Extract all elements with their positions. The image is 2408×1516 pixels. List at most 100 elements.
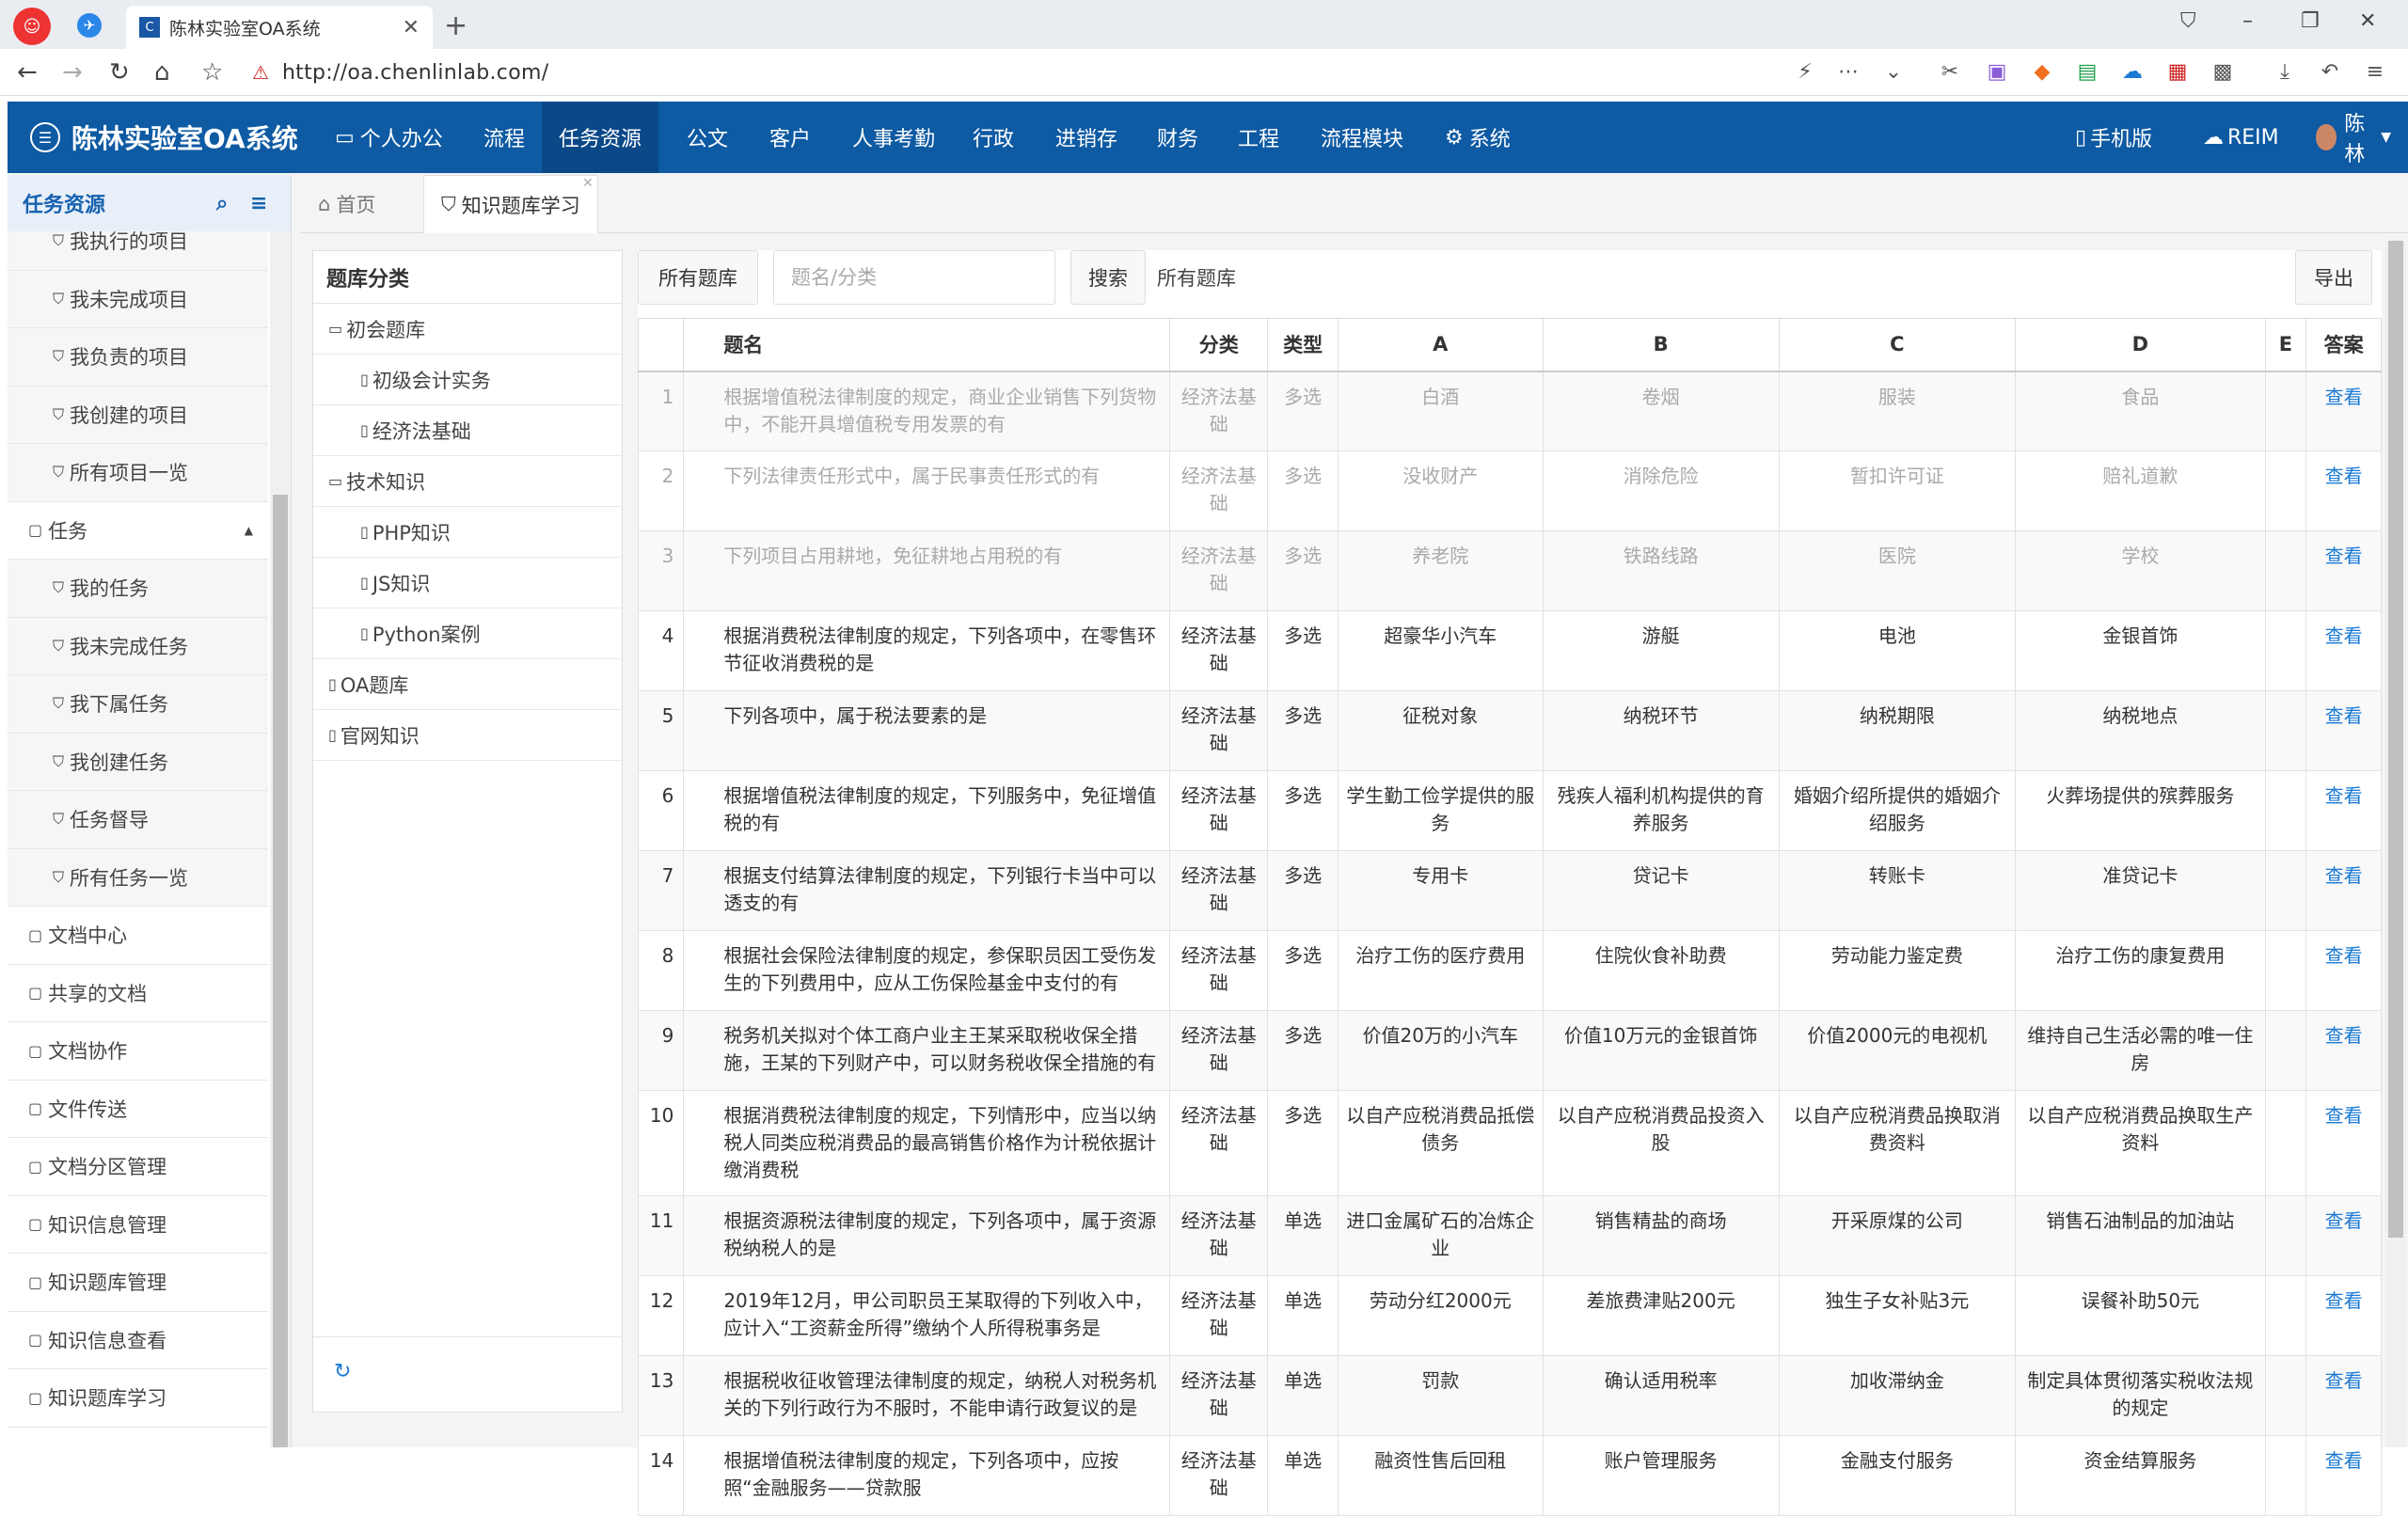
nav-system[interactable]: ⚙ 系统 (1428, 102, 1528, 173)
view-answer-link[interactable]: 查看 (2305, 690, 2382, 771)
export-button[interactable]: 导出 (2295, 250, 2372, 305)
window-close-icon[interactable]: ✕ (2359, 9, 2376, 33)
header-c[interactable]: C (1778, 318, 2017, 372)
header-a[interactable]: A (1338, 318, 1544, 372)
sidebar-item[interactable]: ▢ 任务 ▲ (8, 502, 268, 560)
sidebar-scrollbar[interactable] (270, 231, 291, 1447)
tab-close-icon[interactable]: ✕ (582, 176, 594, 191)
header-title[interactable]: 题名 (683, 318, 1171, 372)
game-icon[interactable]: ◆ (2030, 60, 2054, 85)
nav-inventory[interactable]: 进销存 (1038, 102, 1134, 173)
header-num[interactable] (637, 318, 685, 372)
extension-icon[interactable]: ✈ (77, 13, 102, 38)
nav-process[interactable]: 流程 (467, 102, 542, 173)
tree-node[interactable]: ▯ 初级会计实务 (313, 355, 622, 405)
table-row[interactable]: 14 根据增值税法律制度的规定，下列各项中，应按照“金融服务——贷款服 经济法基础单… (637, 1435, 2382, 1516)
home-icon[interactable]: ⌂ (154, 58, 170, 87)
nav-mobile[interactable]: ▯ 手机版 (2058, 102, 2169, 173)
sidebar-item[interactable]: ⛉ 我创建的项目 (8, 386, 268, 444)
undo-icon[interactable]: ↶ (2318, 60, 2342, 85)
lightning-icon[interactable]: ⚡ (1793, 60, 1817, 85)
header-category[interactable]: 分类 (1169, 318, 1269, 372)
translate-icon[interactable]: ▣ (1985, 60, 2009, 85)
nav-admin[interactable]: 行政 (956, 102, 1031, 173)
url-field[interactable]: ⚠ http://oa.chenlinlab.com/ (252, 55, 1917, 89)
sidebar-item[interactable]: ▢ 知识信息查看 (8, 1312, 268, 1369)
tree-node[interactable]: ▯ PHP知识 (313, 507, 622, 558)
minimize-icon[interactable]: – (2242, 9, 2253, 33)
restore-icon[interactable]: ❐ (2301, 9, 2320, 33)
sidebar-item[interactable]: ⛉ 我未完成项目 (8, 270, 268, 328)
browser-tab[interactable]: C 陈林实验室OA系统 ✕ (126, 6, 433, 49)
reader-icon[interactable]: ▤ (2075, 60, 2099, 85)
view-answer-link[interactable]: 查看 (2305, 450, 2382, 531)
table-row[interactable]: 9 税务机关拟对个体工商户业主王某采取税收保全措施，王某的下列财产中，可以财务税收… (637, 1010, 2382, 1091)
table-row[interactable]: 12 2019年12月，甲公司职员王某取得的下列收入中，应计入“工资薪金所得”缴纳… (637, 1275, 2382, 1356)
sidebar-item[interactable]: ▢ 共享的文档 (8, 965, 268, 1022)
table-row[interactable]: 6 根据增值税法律制度的规定，下列服务中，免征增值税的有 经济法基础 多选 学生勤工俭学… (637, 770, 2382, 851)
sidebar-item[interactable]: ▢ 知识题库管理 (8, 1254, 268, 1312)
header-type[interactable]: 类型 (1267, 318, 1339, 372)
view-answer-link[interactable]: 查看 (2305, 1090, 2382, 1196)
sidebar-item[interactable]: ⛉ 所有项目一览 (8, 444, 268, 502)
tree-node[interactable]: ▯ JS知识 (313, 558, 622, 608)
sidebar-item[interactable]: ▢ 文档协作 (8, 1022, 268, 1081)
table-row[interactable]: 3 下列项目占用耕地，免征耕地占用税的有 经济法基础 多选 养老院 铁路线路 医院 学校 查看 (637, 530, 2382, 611)
nav-hr-attendance[interactable]: 人事考勤 (835, 102, 952, 173)
sidebar-item[interactable]: ⛉ 我下属任务 (8, 675, 268, 734)
table-row[interactable]: 13 根据税收征收管理法律制度的规定，纳税人对税务机关的下列行政行为不服时，不能申… (637, 1355, 2382, 1436)
search-icon[interactable]: ⌕ (216, 192, 228, 215)
tree-node[interactable]: ▭ 初会题库 (313, 304, 622, 355)
sidebar-item[interactable]: ⛉ 我创建任务 (8, 733, 268, 791)
sidebar-item[interactable]: ▢ 文档中心 (8, 907, 268, 965)
nav-engineering[interactable]: 工程 (1221, 102, 1296, 173)
new-tab-icon[interactable]: + (444, 9, 467, 42)
sidebar-item[interactable]: ⛉ 我未完成任务 (8, 617, 268, 675)
view-answer-link[interactable]: 查看 (2305, 770, 2382, 851)
view-answer-link[interactable]: 查看 (2305, 1010, 2382, 1091)
sidebar-item[interactable]: ▢ 知识信息管理 (8, 1196, 268, 1254)
table-row[interactable]: 8 根据社会保险法律制度的规定，参保职员因工受伤发生的下列费用中，应从工伤保险基金… (637, 930, 2382, 1011)
collection-icon[interactable]: ⛉ (2180, 9, 2196, 33)
view-answer-link[interactable]: 查看 (2305, 1435, 2382, 1516)
table-row[interactable]: 10 根据消费税法律制度的规定，下列情形中，应当以纳税人同类应税消费品的最高销售价… (637, 1090, 2382, 1196)
tab-knowledge-study[interactable]: ⛉ 知识题库学习 ✕ (423, 175, 598, 233)
nav-finance[interactable]: 财务 (1140, 102, 1215, 173)
tree-node[interactable]: ▯ 官网知识 (313, 710, 622, 761)
profile-avatar-icon[interactable]: ☺ (13, 8, 51, 45)
table-row[interactable]: 7 根据支付结算法律制度的规定，下列银行卡当中可以透支的有 经济法基础 多选 专用卡 贷记… (637, 850, 2382, 931)
search-input[interactable] (773, 250, 1055, 305)
back-icon[interactable]: ← (17, 58, 38, 87)
sidebar-item[interactable]: ▢ 文档分区管理 (8, 1138, 268, 1196)
bookmark-star-icon[interactable]: ☆ (201, 58, 223, 87)
main-scroll-thumb[interactable] (2388, 241, 2403, 1238)
view-answer-link[interactable]: 查看 (2305, 371, 2382, 451)
cut-icon[interactable]: ✂ (1938, 60, 1962, 85)
sidebar-item[interactable]: ⛉ 任务督导 (8, 791, 268, 849)
table-row[interactable]: 1 根据增值税法律制度的规定，商业企业销售下列货物中，不能开具增值税专用发票的有经… (637, 371, 2382, 451)
view-answer-link[interactable]: 查看 (2305, 930, 2382, 1011)
sidebar-item[interactable]: ⛉ 所有任务一览 (8, 848, 268, 907)
nav-personal[interactable]: ▭ 个人办公 (318, 102, 460, 173)
pdf-icon[interactable]: ▦ (2165, 60, 2190, 85)
view-answer-link[interactable]: 查看 (2305, 530, 2382, 611)
tab-close-icon[interactable]: ✕ (403, 16, 420, 39)
header-answer[interactable]: 答案 (2305, 318, 2382, 372)
apps-icon[interactable]: ▩ (2210, 60, 2235, 85)
sidebar-scroll-thumb[interactable] (273, 495, 288, 1447)
sidebar-item[interactable]: ⛉ 我负责的项目 (8, 328, 268, 387)
list-menu-icon[interactable]: ≡ (250, 192, 267, 215)
table-row[interactable]: 2 下列法律责任形式中，属于民事责任形式的有 经济法基础 多选 没收财产 消除危险 暂扣许可… (637, 450, 2382, 531)
view-answer-link[interactable]: 查看 (2305, 1195, 2382, 1276)
nav-process-modules[interactable]: 流程模块 (1304, 102, 1420, 173)
download-icon[interactable]: ⤓ (2273, 60, 2297, 85)
app-logo[interactable]: ☰ 陈林实验室OA系统 (30, 102, 298, 173)
main-scrollbar[interactable] (2385, 241, 2406, 1447)
table-row[interactable]: 11 根据资源税法律制度的规定，下列各项中，属于资源税纳税人的是 经济法基础 单选 进口… (637, 1195, 2382, 1276)
sidebar-item[interactable]: ⛉ 我的任务 (8, 560, 268, 618)
tab-home[interactable]: ⌂ 首页 (301, 175, 392, 233)
nav-user-menu[interactable]: 陈林 ▼ (2299, 102, 2408, 173)
tree-node[interactable]: ▯ 经济法基础 (313, 405, 622, 456)
tree-node[interactable]: ▭ 技术知识 (313, 456, 622, 507)
view-answer-link[interactable]: 查看 (2305, 1275, 2382, 1356)
